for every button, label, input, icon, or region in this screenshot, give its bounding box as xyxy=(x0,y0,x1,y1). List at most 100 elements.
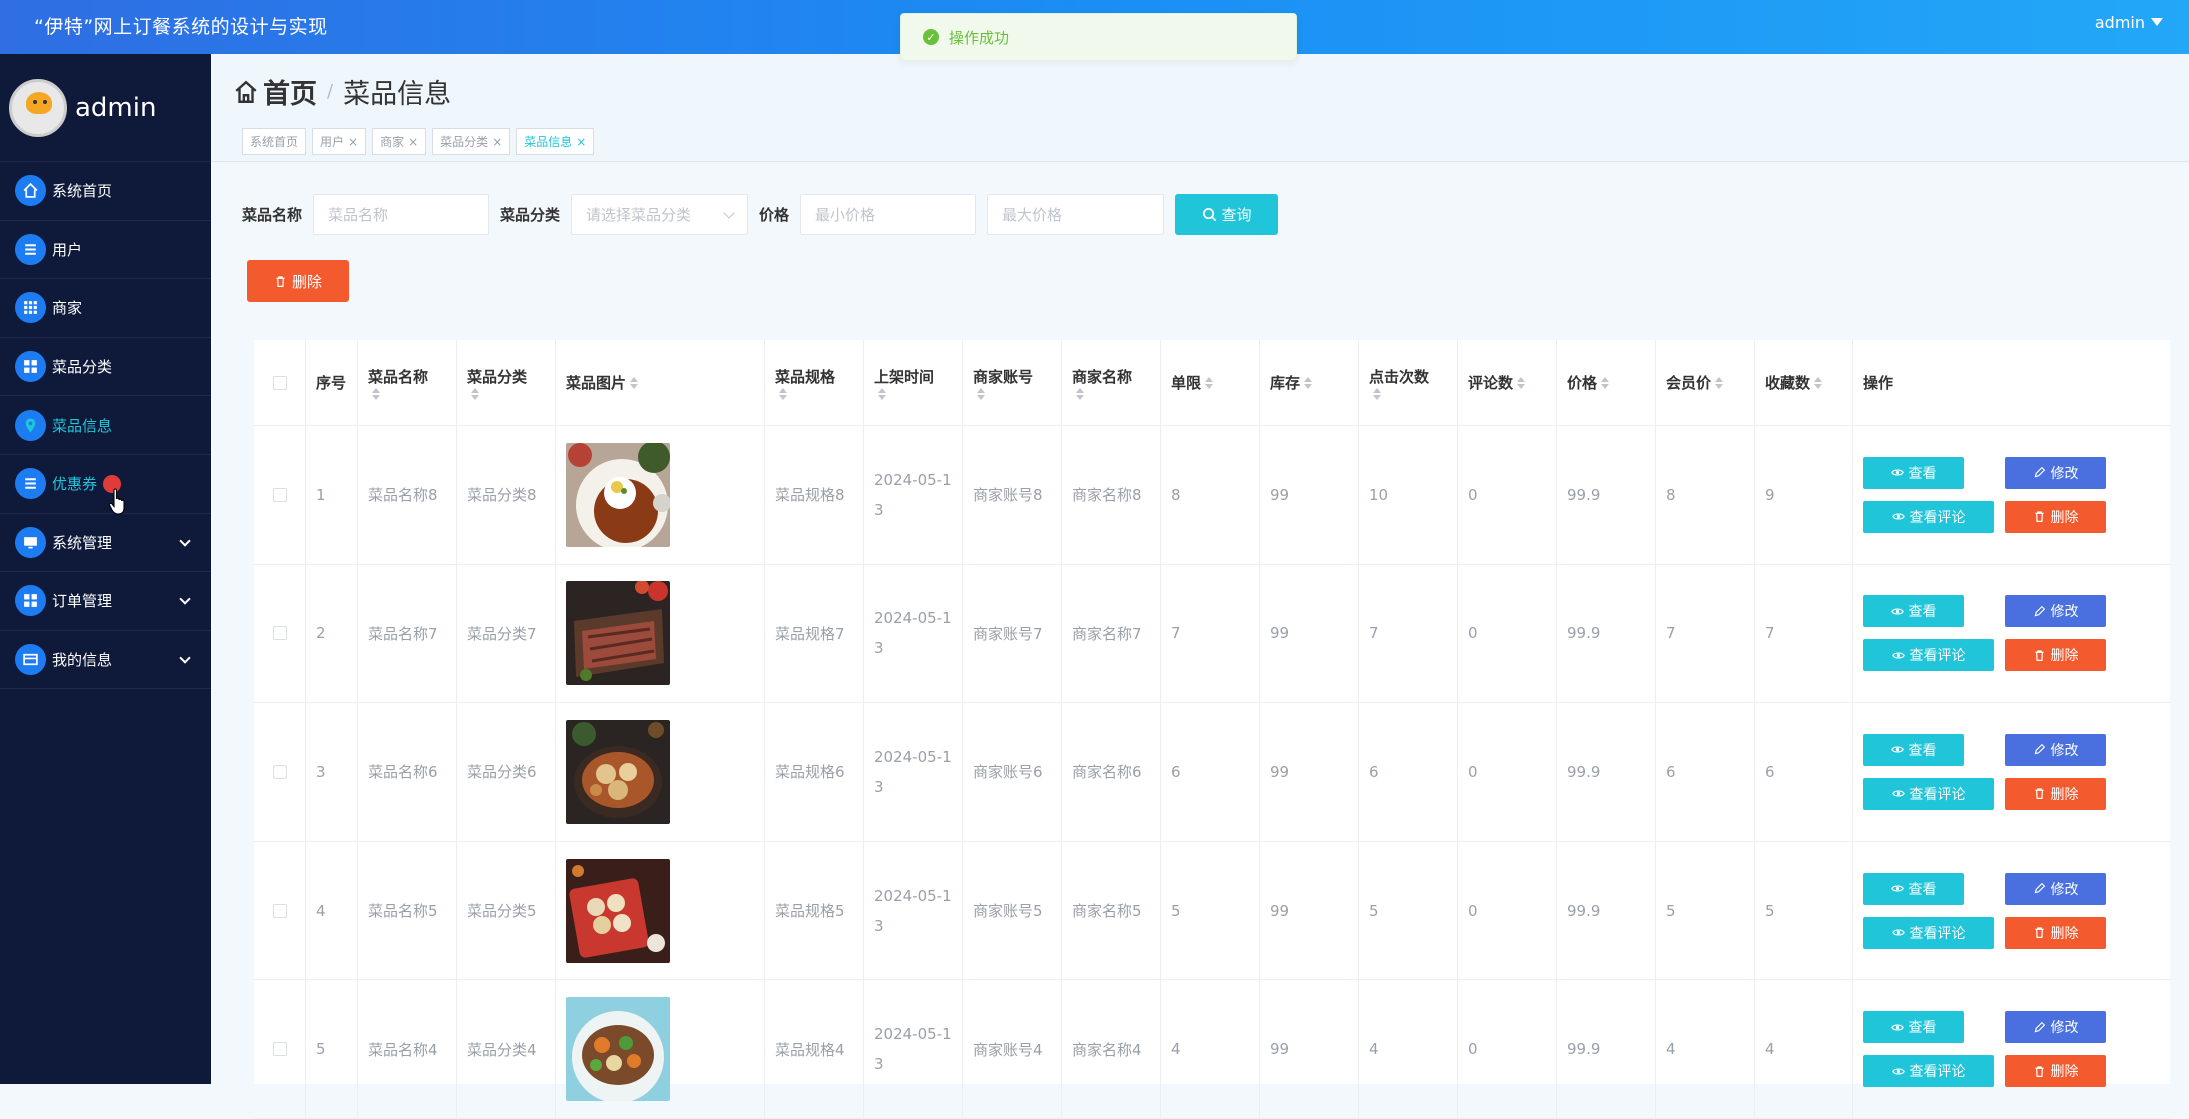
column-header[interactable]: 商家账号 xyxy=(963,340,1062,425)
column-header[interactable]: 库存 xyxy=(1260,340,1359,425)
sidebar-item-coupons[interactable]: 优惠券 xyxy=(0,455,211,514)
edit-button[interactable]: 修改 xyxy=(2005,1011,2106,1044)
edit-button[interactable]: 修改 xyxy=(2005,872,2106,905)
close-icon[interactable]: × xyxy=(348,135,358,149)
button-label: 修改 xyxy=(2050,881,2079,898)
sort-icon[interactable] xyxy=(1373,387,1429,400)
cell-time: 2024-05-1 3 xyxy=(864,426,963,564)
view-button[interactable]: 查看 xyxy=(1863,1011,1964,1044)
sort-icon[interactable] xyxy=(1304,376,1313,389)
sidebar-item-users[interactable]: 用户 xyxy=(0,221,211,280)
column-header[interactable]: 单限 xyxy=(1161,340,1260,425)
column-label: 商家名称 xyxy=(1072,367,1133,386)
sort-icon[interactable] xyxy=(1715,376,1724,389)
column-header[interactable]: 会员价 xyxy=(1656,340,1755,425)
cell-clicks: 6 xyxy=(1359,703,1458,841)
view-button[interactable]: 查看 xyxy=(1863,872,1964,905)
sort-icon[interactable] xyxy=(630,376,639,389)
dish-image-braised-pot[interactable] xyxy=(566,719,670,824)
breadcrumb-home[interactable]: 首页 xyxy=(233,72,317,111)
sidebar-item-profile[interactable]: 我的信息 xyxy=(0,631,211,690)
column-header[interactable]: 点击次数 xyxy=(1359,340,1458,425)
row-checkbox[interactable] xyxy=(272,764,287,779)
sort-icon[interactable] xyxy=(1601,376,1610,389)
sidebar-item-merchants[interactable]: 商家 xyxy=(0,279,211,338)
close-icon[interactable]: × xyxy=(492,135,502,149)
dish-name-input[interactable]: 菜品名称 xyxy=(313,194,490,235)
cell-category: 菜品分类4 xyxy=(457,980,556,1118)
sidebar-item-dishes[interactable]: 菜品信息 xyxy=(0,396,211,455)
edit-button[interactable]: 修改 xyxy=(2005,595,2106,628)
view-button[interactable]: 查看 xyxy=(1863,456,1964,489)
tab-users[interactable]: 用户 × xyxy=(312,128,367,155)
tab-merchants[interactable]: 商家 × xyxy=(372,128,427,155)
sort-icon[interactable] xyxy=(471,387,527,400)
sort-icon[interactable] xyxy=(1814,376,1823,389)
cell-spec: 菜品规格4 xyxy=(765,980,864,1118)
row-checkbox[interactable] xyxy=(272,903,287,918)
view-button[interactable]: 查看 xyxy=(1863,733,1964,766)
close-icon[interactable]: × xyxy=(576,135,586,149)
max-price-input[interactable]: 最大价格 xyxy=(987,194,1165,235)
min-price-input[interactable]: 最小价格 xyxy=(800,194,977,235)
tab-categories[interactable]: 菜品分类 × xyxy=(432,128,511,155)
view-comments-button[interactable]: 查看评论 xyxy=(1863,500,1994,533)
sort-icon[interactable] xyxy=(977,387,1033,400)
select-cell xyxy=(254,703,306,841)
delete-button[interactable]: 删除 xyxy=(2005,1055,2106,1088)
row-checkbox[interactable] xyxy=(272,1042,287,1057)
tab-home[interactable]: 系统首页 xyxy=(242,128,307,155)
delete-button[interactable]: 删除 xyxy=(2005,500,2106,533)
sidebar-item-system[interactable]: 系统管理 xyxy=(0,514,211,573)
view-comments-button[interactable]: 查看评论 xyxy=(1863,777,1994,810)
column-header[interactable]: 菜品规格 xyxy=(765,340,864,425)
edit-button[interactable]: 修改 xyxy=(2005,733,2106,766)
sort-icon[interactable] xyxy=(878,387,934,400)
cell-shop: 商家名称5 xyxy=(1062,841,1161,980)
eye-icon xyxy=(1890,746,1904,753)
edit-button[interactable]: 修改 xyxy=(2005,456,2106,489)
column-header[interactable]: 菜品名称 xyxy=(358,340,457,425)
eye-icon xyxy=(1891,652,1905,659)
sort-icon[interactable] xyxy=(1076,387,1132,400)
success-toast: ✓ 操作成功 xyxy=(900,13,1297,61)
tab-dishes[interactable]: 菜品信息 × xyxy=(516,128,595,155)
dish-image-vegetable-stirfry[interactable] xyxy=(566,997,670,1102)
category-select[interactable]: 请选择菜品分类 xyxy=(571,194,749,235)
select-all-checkbox[interactable] xyxy=(272,375,287,390)
row-checkbox[interactable] xyxy=(272,487,287,502)
column-header[interactable]: 菜品图片 xyxy=(556,340,765,425)
user-menu[interactable]: admin xyxy=(2095,13,2163,32)
sidebar-item-home[interactable]: 系统首页 xyxy=(0,162,211,221)
cell-favorites: 5 xyxy=(1755,841,1853,980)
dish-image-steak[interactable] xyxy=(566,581,670,686)
search-button[interactable]: 查询 xyxy=(1175,194,1279,235)
dish-image-rice-meatballs[interactable] xyxy=(566,442,670,547)
close-icon[interactable]: × xyxy=(408,135,418,149)
view-comments-button[interactable]: 查看评论 xyxy=(1863,916,1994,949)
delete-button[interactable]: 删除 xyxy=(2005,777,2106,810)
sidebar-item-orders[interactable]: 订单管理 xyxy=(0,572,211,631)
sidebar-item-categories[interactable]: 菜品分类 xyxy=(0,338,211,397)
sort-icon[interactable] xyxy=(372,387,428,400)
column-header[interactable]: 商家名称 xyxy=(1062,340,1161,425)
cell-no: 2 xyxy=(306,564,358,703)
row-checkbox[interactable] xyxy=(272,626,287,641)
delete-button[interactable]: 删除 xyxy=(2005,916,2106,949)
batch-delete-button[interactable]: 删除 xyxy=(247,260,349,302)
sort-icon[interactable] xyxy=(1517,376,1526,389)
column-header[interactable]: 菜品分类 xyxy=(457,340,556,425)
view-comments-button[interactable]: 查看评论 xyxy=(1863,639,1994,672)
delete-button[interactable]: 删除 xyxy=(2005,639,2106,672)
column-header[interactable]: 上架时间 xyxy=(864,340,963,425)
view-button[interactable]: 查看 xyxy=(1863,595,1964,628)
cell-comments: 0 xyxy=(1458,426,1557,564)
cell-time: 2024-05-1 3 xyxy=(864,703,963,841)
column-header[interactable]: 价格 xyxy=(1557,340,1656,425)
column-header[interactable]: 评论数 xyxy=(1458,340,1557,425)
column-header[interactable]: 收藏数 xyxy=(1755,340,1853,425)
sort-icon[interactable] xyxy=(779,387,835,400)
dish-image-pastries[interactable] xyxy=(566,858,670,963)
sort-icon[interactable] xyxy=(1205,376,1214,389)
view-comments-button[interactable]: 查看评论 xyxy=(1863,1055,1994,1088)
